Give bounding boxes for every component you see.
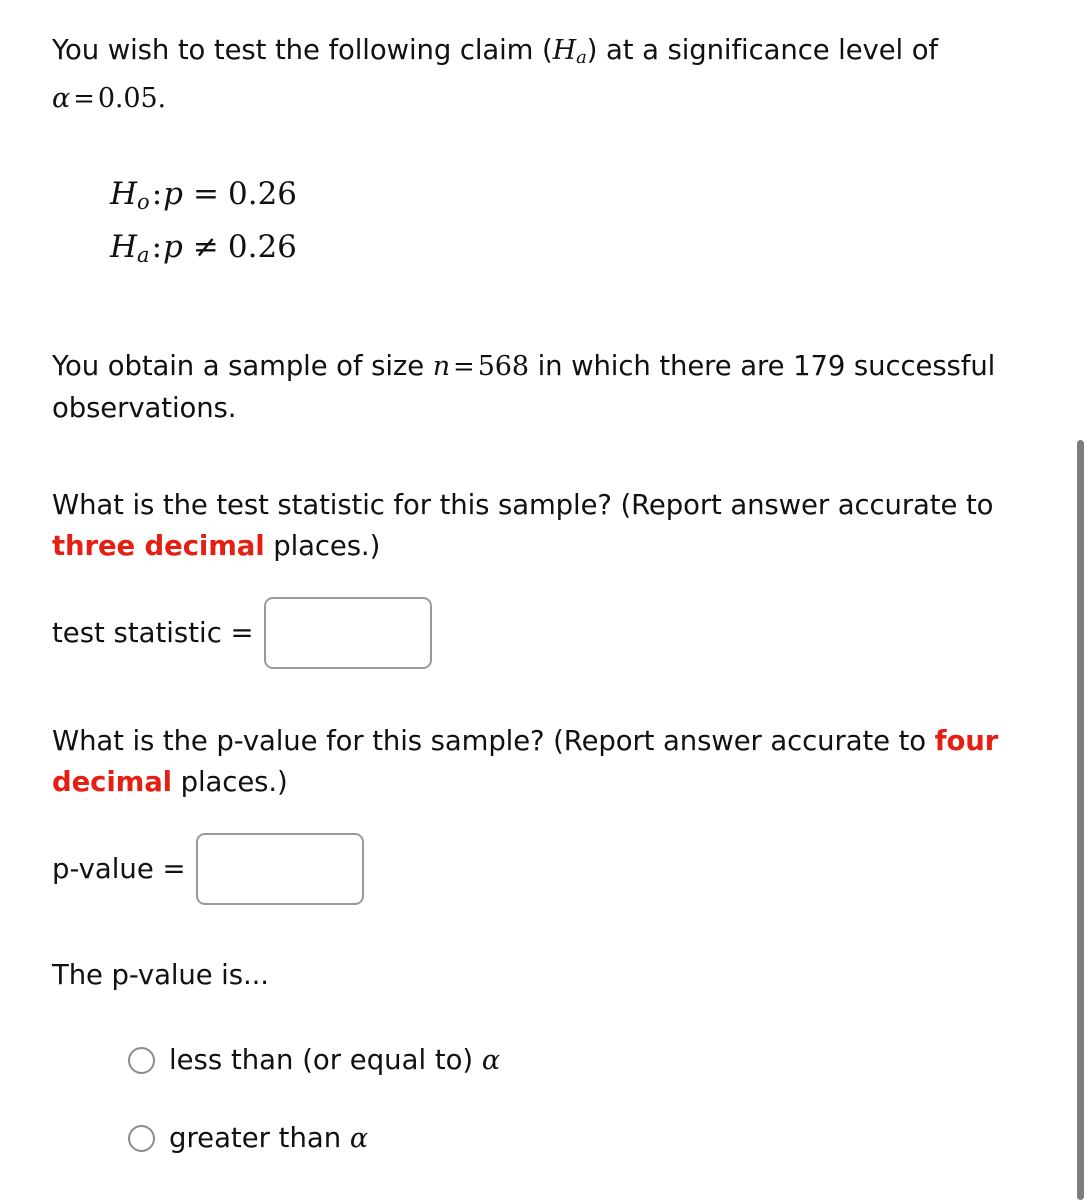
sample-text-part1: You obtain a sample of size bbox=[52, 350, 433, 382]
p-value-question: What is the p-value for this sample? (Re… bbox=[52, 721, 1032, 803]
n-symbol: n bbox=[432, 351, 450, 382]
conclusion-prompt: The p-value is... bbox=[52, 959, 269, 991]
n-equals-sign: = bbox=[453, 352, 475, 382]
null-hypothesis-value: 0.26 bbox=[228, 176, 298, 212]
conclusion-options: less than (or equal to) α greater than α bbox=[128, 1032, 1032, 1166]
null-hypothesis-subscript: o bbox=[137, 190, 150, 214]
intro-text-part1: You wish to test the following claim ( bbox=[52, 34, 553, 66]
alpha-value: 0.05 bbox=[97, 83, 158, 114]
p-value-prompt-part2: places.) bbox=[172, 766, 288, 798]
option-less-than-alpha-symbol: α bbox=[481, 1045, 501, 1076]
ha-symbol: H bbox=[552, 35, 577, 66]
option-greater-than-alpha-symbol: α bbox=[349, 1123, 369, 1154]
option-greater-than-alpha[interactable]: greater than α bbox=[128, 1110, 1032, 1166]
p-value-prompt-part1: What is the p-value for this sample? (Re… bbox=[52, 725, 935, 757]
alternative-hypothesis-colon: : bbox=[151, 229, 163, 265]
equals-sign: = bbox=[73, 84, 95, 114]
question-content: You wish to test the following claim (Ha… bbox=[52, 30, 1032, 1188]
null-hypothesis-parameter: p bbox=[163, 176, 184, 212]
p-value-label: p-value = bbox=[52, 852, 186, 885]
test-statistic-label: test statistic = bbox=[52, 616, 254, 649]
alternative-hypothesis-label: H bbox=[110, 229, 138, 265]
hypothesis-block: Ho:p = 0.26 Ha:p ≠ 0.26 bbox=[110, 172, 1032, 278]
test-statistic-prompt-part1: What is the test statistic for this samp… bbox=[52, 489, 994, 521]
test-statistic-input[interactable] bbox=[263, 597, 432, 669]
sample-text-part2: in which there are bbox=[528, 350, 794, 382]
intro-text-part2: ) at a significance level of bbox=[586, 34, 939, 66]
question-page: You wish to test the following claim (Ha… bbox=[0, 0, 1090, 1200]
option-less-than-alpha-label: less than (or equal to) α bbox=[169, 1044, 500, 1076]
alpha-symbol: α bbox=[52, 83, 71, 114]
alternative-hypothesis: Ha:p ≠ 0.26 bbox=[110, 225, 1032, 278]
ha-subscript: a bbox=[576, 47, 587, 68]
p-value-input[interactable] bbox=[195, 833, 364, 905]
null-hypothesis-label: H bbox=[110, 176, 138, 212]
test-statistic-emphasis: three decimal bbox=[52, 530, 265, 562]
option-greater-than-alpha-text: greater than bbox=[169, 1122, 350, 1154]
p-value-answer-row: p-value = bbox=[52, 833, 1032, 905]
alternative-hypothesis-relation: ≠ bbox=[192, 229, 219, 265]
option-less-than-alpha[interactable]: less than (or equal to) α bbox=[128, 1032, 1032, 1088]
test-statistic-question: What is the test statistic for this samp… bbox=[52, 485, 1032, 567]
alternative-hypothesis-parameter: p bbox=[163, 229, 183, 265]
sample-paragraph: You obtain a sample of size n = 568 in whi… bbox=[52, 346, 1032, 429]
test-statistic-prompt-part2: places.) bbox=[264, 530, 381, 562]
alternative-hypothesis-subscript: a bbox=[137, 243, 150, 267]
option-less-than-alpha-text: less than (or equal to) bbox=[169, 1044, 482, 1076]
radio-less-than-alpha[interactable] bbox=[128, 1046, 155, 1074]
scrollbar-thumb[interactable] bbox=[1077, 440, 1084, 1200]
null-hypothesis-colon: : bbox=[151, 176, 163, 212]
successes-value: 179 bbox=[793, 350, 846, 382]
null-hypothesis: Ho:p = 0.26 bbox=[110, 172, 1032, 225]
option-greater-than-alpha-label: greater than α bbox=[169, 1122, 368, 1154]
intro-period: . bbox=[157, 83, 167, 114]
alternative-hypothesis-value: 0.26 bbox=[227, 229, 297, 265]
radio-greater-than-alpha[interactable] bbox=[128, 1124, 155, 1152]
test-statistic-answer-row: test statistic = bbox=[52, 597, 1032, 669]
null-hypothesis-relation: = bbox=[193, 176, 219, 212]
n-value: 568 bbox=[477, 351, 529, 382]
intro-paragraph: You wish to test the following claim (Ha… bbox=[52, 30, 1032, 120]
